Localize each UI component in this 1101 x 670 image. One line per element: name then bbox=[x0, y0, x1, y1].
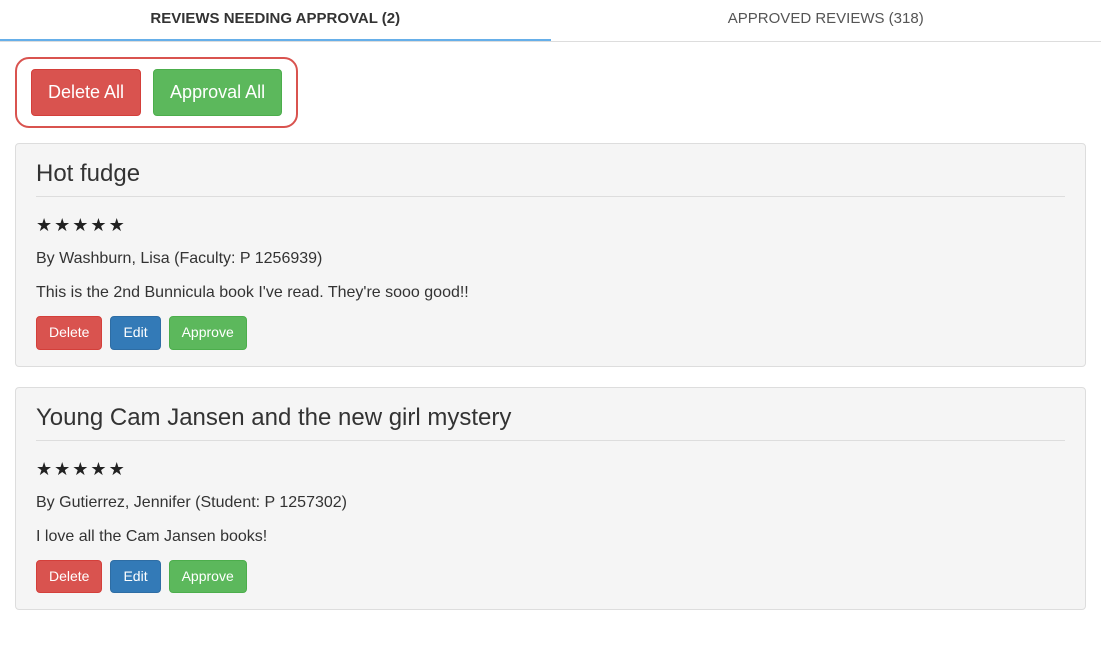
star-icon: ★ bbox=[54, 459, 72, 479]
review-actions: Delete Edit Approve bbox=[36, 316, 1065, 350]
edit-button[interactable]: Edit bbox=[110, 316, 160, 350]
approve-button[interactable]: Approve bbox=[169, 316, 247, 350]
star-icon: ★ bbox=[36, 215, 54, 235]
review-body: This is the 2nd Bunnicula book I've read… bbox=[36, 284, 1065, 302]
star-icon: ★ bbox=[90, 459, 108, 479]
review-byline: By Washburn, Lisa (Faculty: P 1256939) bbox=[36, 250, 1065, 268]
review-body: I love all the Cam Jansen books! bbox=[36, 528, 1065, 546]
delete-button[interactable]: Delete bbox=[36, 560, 102, 594]
star-rating: ★★★★★ bbox=[36, 215, 1065, 236]
approval-all-button[interactable]: Approval All bbox=[153, 69, 282, 116]
review-title: Young Cam Jansen and the new girl myster… bbox=[36, 404, 1065, 441]
star-icon: ★ bbox=[72, 459, 90, 479]
delete-button[interactable]: Delete bbox=[36, 316, 102, 350]
bulk-actions: Delete All Approval All bbox=[15, 57, 298, 128]
review-card: Hot fudge ★★★★★ By Washburn, Lisa (Facul… bbox=[15, 143, 1086, 367]
review-byline: By Gutierrez, Jennifer (Student: P 12573… bbox=[36, 494, 1065, 512]
star-icon: ★ bbox=[109, 459, 127, 479]
tab-pending[interactable]: REVIEWS NEEDING APPROVAL (2) bbox=[0, 0, 551, 41]
tab-approved[interactable]: APPROVED REVIEWS (318) bbox=[551, 0, 1101, 41]
review-title: Hot fudge bbox=[36, 160, 1065, 197]
star-icon: ★ bbox=[54, 215, 72, 235]
edit-button[interactable]: Edit bbox=[110, 560, 160, 594]
review-card: Young Cam Jansen and the new girl myster… bbox=[15, 387, 1086, 611]
star-icon: ★ bbox=[72, 215, 90, 235]
star-icon: ★ bbox=[109, 215, 127, 235]
star-icon: ★ bbox=[90, 215, 108, 235]
approve-button[interactable]: Approve bbox=[169, 560, 247, 594]
tabs: REVIEWS NEEDING APPROVAL (2) APPROVED RE… bbox=[0, 0, 1101, 42]
delete-all-button[interactable]: Delete All bbox=[31, 69, 141, 116]
review-actions: Delete Edit Approve bbox=[36, 560, 1065, 594]
star-icon: ★ bbox=[36, 459, 54, 479]
star-rating: ★★★★★ bbox=[36, 459, 1065, 480]
